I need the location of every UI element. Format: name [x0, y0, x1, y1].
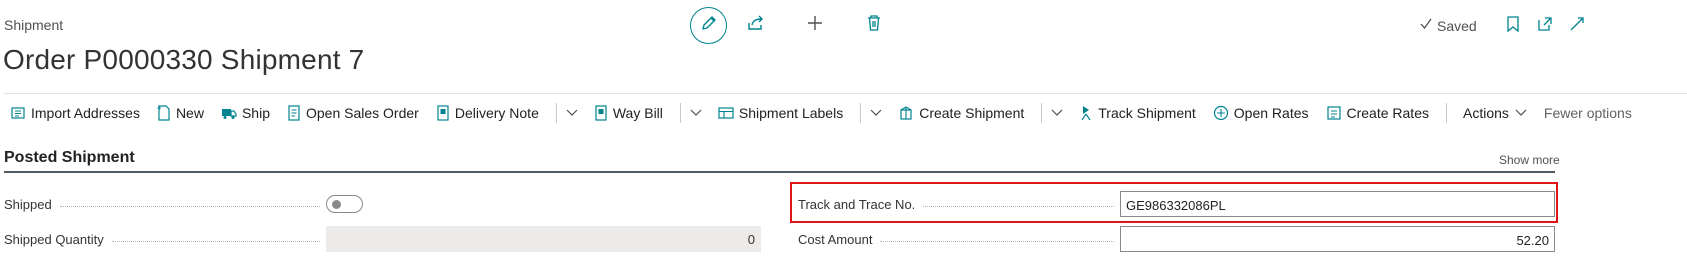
- new-button[interactable]: New: [157, 105, 204, 121]
- chevron-down-icon: [566, 109, 578, 116]
- label-icon: [718, 107, 734, 119]
- separator: [1041, 103, 1043, 123]
- check-icon: [1419, 17, 1433, 34]
- toggle-knob: [332, 200, 341, 209]
- bookmark-button[interactable]: [1504, 15, 1522, 33]
- header-divider: [4, 93, 1687, 94]
- create-rates-label: Create Rates: [1346, 105, 1429, 121]
- delivery-note-dropdown[interactable]: [566, 109, 578, 117]
- expand-icon: [1570, 17, 1584, 31]
- way-bill-label: Way Bill: [612, 105, 663, 121]
- create-rates-button[interactable]: Create Rates: [1326, 105, 1429, 121]
- create-rates-icon: [1326, 106, 1341, 120]
- chevron-down-icon: [870, 109, 882, 116]
- shipped-quantity-field-label: Shipped Quantity: [4, 232, 320, 247]
- delete-button[interactable]: [864, 14, 884, 37]
- section-divider: [4, 171, 1555, 173]
- plus-icon: [806, 14, 824, 37]
- show-more-link[interactable]: Show more: [1499, 153, 1560, 167]
- create-shipment-dropdown[interactable]: [1051, 109, 1063, 117]
- cost-amount-label: Cost Amount: [798, 232, 873, 247]
- ship-button[interactable]: Ship: [221, 105, 270, 121]
- section-title: Posted Shipment: [4, 149, 135, 166]
- track-and-trace-field-label: Track and Trace No.: [798, 197, 1114, 212]
- shipped-quantity-value: 0: [326, 226, 761, 252]
- chevron-down-icon: [1515, 109, 1527, 116]
- separator: [555, 103, 557, 123]
- open-new-window-button[interactable]: [1536, 15, 1554, 33]
- cost-amount-field-label: Cost Amount: [798, 232, 1114, 247]
- shipment-labels-label: Shipment Labels: [738, 105, 844, 121]
- new-doc-icon: [157, 105, 170, 121]
- actions-menu[interactable]: Actions: [1463, 105, 1527, 121]
- chevron-down-icon: [690, 109, 702, 116]
- report-icon: [595, 105, 607, 121]
- saved-label: Saved: [1437, 17, 1477, 34]
- fewer-options-label: Fewer options: [1543, 105, 1632, 121]
- create-shipment-button[interactable]: Create Shipment: [898, 105, 1024, 121]
- share-button[interactable]: [746, 15, 766, 35]
- track-shipment-label: Track Shipment: [1098, 105, 1196, 121]
- open-sales-order-button[interactable]: Open Sales Order: [287, 105, 419, 121]
- add-button[interactable]: [805, 15, 825, 35]
- new-label: New: [175, 105, 204, 121]
- share-icon: [747, 14, 765, 37]
- track-and-trace-label: Track and Trace No.: [798, 197, 916, 212]
- track-and-trace-input[interactable]: GE986332086PL: [1120, 191, 1555, 217]
- shipped-toggle[interactable]: [326, 195, 363, 213]
- report-icon: [437, 105, 449, 121]
- page-title: Order P0000330 Shipment 7: [3, 44, 365, 75]
- separator: [679, 103, 681, 123]
- rates-icon: [1213, 105, 1228, 121]
- breadcrumb: Shipment: [4, 17, 64, 33]
- open-rates-label: Open Rates: [1233, 105, 1309, 121]
- way-bill-button[interactable]: Way Bill: [594, 105, 663, 121]
- ship-label: Ship: [241, 105, 270, 121]
- track-shipment-button[interactable]: Track Shipment: [1079, 105, 1196, 121]
- chevron-down-icon: [1051, 109, 1063, 116]
- leader-dots: [923, 206, 1114, 207]
- pencil-icon: [700, 14, 718, 37]
- actions-label: Actions: [1462, 105, 1509, 121]
- shipped-quantity-label: Shipped Quantity: [4, 232, 104, 247]
- leader-dots: [880, 241, 1114, 242]
- open-rates-button[interactable]: Open Rates: [1213, 105, 1309, 121]
- shipped-field-label: Shipped: [4, 197, 320, 212]
- edit-button[interactable]: [690, 6, 727, 44]
- delivery-note-button[interactable]: Delivery Note: [436, 105, 539, 121]
- open-sales-order-label: Open Sales Order: [305, 105, 419, 121]
- create-shipment-icon: [900, 106, 912, 120]
- cost-amount-input[interactable]: 52.20: [1120, 226, 1555, 252]
- shipment-labels-button[interactable]: Shipment Labels: [718, 105, 843, 121]
- shipment-labels-dropdown[interactable]: [870, 109, 882, 117]
- trash-icon: [866, 14, 882, 37]
- import-addresses-button[interactable]: Import Addresses: [10, 105, 140, 121]
- track-icon: [1081, 106, 1091, 121]
- shipped-label: Shipped: [4, 197, 52, 212]
- leader-dots: [111, 241, 320, 242]
- truck-icon: [221, 109, 237, 119]
- top-action-bar: [690, 6, 884, 44]
- open-new-window-icon: [1538, 17, 1552, 31]
- import-icon: [11, 107, 25, 119]
- create-shipment-label: Create Shipment: [919, 105, 1025, 121]
- saved-status: Saved: [1419, 17, 1477, 34]
- document-icon: [288, 105, 300, 121]
- delivery-note-label: Delivery Note: [454, 105, 539, 121]
- import-addresses-label: Import Addresses: [31, 105, 140, 121]
- separator: [860, 103, 862, 123]
- bookmark-icon: [1507, 16, 1519, 32]
- leader-dots: [59, 206, 320, 207]
- window-actions: [1504, 15, 1586, 33]
- action-bar: Import Addresses New Ship Open Sales Ord…: [10, 100, 1649, 126]
- fewer-options-button[interactable]: Fewer options: [1544, 105, 1632, 121]
- expand-button[interactable]: [1568, 15, 1586, 33]
- separator: [1445, 103, 1447, 123]
- way-bill-dropdown[interactable]: [690, 109, 702, 117]
